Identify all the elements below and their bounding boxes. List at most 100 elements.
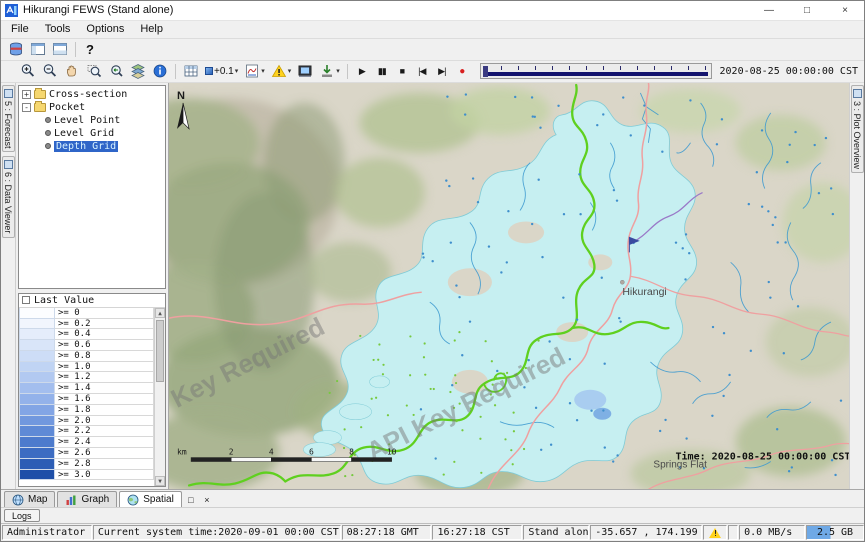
scale-tick: 4 — [269, 447, 274, 456]
export-dropdown[interactable]: ▾ — [316, 61, 343, 81]
legend-row: >= 1.6 — [19, 394, 154, 405]
last-value-checkbox[interactable] — [22, 296, 30, 304]
app-icon — [5, 4, 18, 17]
step-back-button[interactable]: |◀ — [412, 61, 432, 81]
tab-map[interactable]: Map — [4, 491, 55, 507]
step-forward-button[interactable]: ▶| — [432, 61, 452, 81]
status-network-rate: 0.0 MB/s — [739, 525, 805, 540]
explorer-panel-button[interactable] — [27, 39, 49, 59]
timeline-slider[interactable] — [480, 63, 712, 79]
status-warning-cell[interactable] — [703, 525, 727, 540]
legend-header: Last Value — [19, 294, 165, 308]
tab-plot-overview[interactable]: 3 : Plot Overview — [851, 85, 864, 173]
tree-item-label: Pocket — [49, 102, 85, 113]
zoom-previous-button[interactable] — [105, 61, 127, 81]
tab-graph[interactable]: Graph — [57, 491, 117, 507]
tree-item-pocket[interactable]: - Pocket — [19, 101, 165, 114]
zoom-in-icon — [20, 63, 36, 79]
app-window: Hikurangi FEWS (Stand alone) — □ × File … — [0, 0, 865, 542]
maximize-button[interactable]: □ — [788, 1, 826, 20]
menu-help[interactable]: Help — [132, 22, 171, 36]
database-button[interactable] — [5, 39, 27, 59]
main-area: 5 : Forecast 6 : Data Viewer + Cross-sec… — [1, 83, 864, 489]
help-icon: ? — [86, 42, 94, 57]
chevron-down-icon: ▾ — [288, 68, 292, 75]
town-label-hikurangi: Hikurangi — [622, 287, 666, 298]
tab-label: Map — [28, 494, 47, 505]
pan-button[interactable] — [61, 61, 83, 81]
legend-rows: >= 0>= 0.2>= 0.4>= 0.6>= 0.8>= 1.0>= 1.2… — [19, 308, 154, 486]
movie-button[interactable] — [294, 61, 316, 81]
info-button[interactable] — [149, 61, 171, 81]
tree-item-level-grid[interactable]: Level Grid — [19, 127, 165, 140]
zoom-in-button[interactable] — [17, 61, 39, 81]
bottom-tab-bar: Map Graph Spatial □ × — [1, 489, 864, 507]
title-bar[interactable]: Hikurangi FEWS (Stand alone) — □ × — [1, 1, 864, 21]
left-tab-strip: 5 : Forecast 6 : Data Viewer — [1, 83, 16, 489]
layer-tree[interactable]: + Cross-section - Pocket Level Point Lev… — [18, 85, 166, 289]
minimize-button[interactable]: — — [750, 1, 788, 20]
warning-icon — [709, 528, 721, 538]
interval-dropdown[interactable]: +0.1▾ — [202, 61, 241, 81]
pause-button[interactable]: ▮▮ — [372, 61, 392, 81]
close-button[interactable]: × — [826, 1, 864, 20]
menu-file[interactable]: File — [3, 22, 37, 36]
legend-swatch — [19, 308, 55, 319]
panel-left-icon — [30, 41, 46, 57]
layers-button[interactable] — [127, 61, 149, 81]
data-viewer-panel: + Cross-section - Pocket Level Point Lev… — [16, 83, 169, 489]
help-button[interactable]: ? — [80, 39, 100, 59]
play-button[interactable]: ▶ — [352, 61, 372, 81]
tab-label: 6 : Data Viewer — [3, 172, 13, 233]
warnings-dropdown[interactable]: ▾ — [268, 61, 295, 81]
status-memory[interactable]: 2.5 GB — [806, 525, 864, 540]
legend-row: >= 1.8 — [19, 405, 154, 416]
legend-swatch — [19, 329, 55, 340]
timeline-bar — [484, 72, 708, 76]
map-viewport[interactable]: API Key Required API Key Required Hikura… — [169, 83, 849, 489]
zoom-rect-button[interactable] — [83, 61, 105, 81]
legend-label: >= 2.8 — [55, 459, 154, 470]
logs-button[interactable]: Logs — [4, 509, 40, 522]
status-mode: Stand alone — [523, 525, 589, 540]
status-bar: Administrator Current system time:2020-0… — [1, 523, 864, 541]
tree-item-depth-grid[interactable]: Depth Grid — [19, 140, 165, 153]
tree-item-cross-section[interactable]: + Cross-section — [19, 88, 165, 101]
record-button[interactable]: ● — [452, 61, 472, 81]
tab-spatial[interactable]: Spatial — [119, 491, 182, 507]
scroll-down-arrow[interactable]: ▼ — [155, 476, 165, 486]
zoom-out-button[interactable] — [39, 61, 61, 81]
tree-item-level-point[interactable]: Level Point — [19, 114, 165, 127]
profile-dropdown[interactable]: ▾ — [241, 61, 268, 81]
tab-data-viewer[interactable]: 6 : Data Viewer — [2, 156, 15, 237]
forecast-tab-icon — [4, 89, 13, 98]
status-spacer — [728, 525, 738, 540]
legend-row: >= 2.8 — [19, 459, 154, 470]
legend-scrollbar[interactable]: ▲ ▼ — [154, 308, 165, 486]
status-local-time: 16:27:18 CST — [432, 525, 522, 540]
status-system-time: Current system time:2020-09-01 00:00 CST — [93, 525, 341, 540]
legend-row: >= 0.2 — [19, 319, 154, 330]
step-back-icon: |◀ — [418, 66, 425, 77]
scale-tick: 2 — [229, 447, 234, 456]
zoom-previous-icon — [108, 63, 124, 79]
map-canvas: API Key Required API Key Required Hikura… — [169, 83, 849, 489]
panel-close-button[interactable]: × — [200, 492, 214, 507]
scroll-up-arrow[interactable]: ▲ — [155, 308, 165, 318]
profile-icon — [244, 63, 260, 79]
collapse-icon[interactable]: - — [22, 103, 31, 112]
map-time-label: Time: 2020-08-25 00:00:00 CST — [675, 450, 849, 462]
tab-forecast[interactable]: 5 : Forecast — [2, 85, 15, 153]
stop-button[interactable]: ■ — [392, 61, 412, 81]
expand-icon[interactable]: + — [22, 90, 31, 99]
grid-display-button[interactable] — [180, 61, 202, 81]
secondary-panel-button[interactable] — [49, 39, 71, 59]
menu-options[interactable]: Options — [78, 22, 132, 36]
timeline-thumb[interactable] — [483, 66, 488, 77]
layer-node-icon — [45, 117, 51, 123]
menu-tools[interactable]: Tools — [37, 22, 79, 36]
legend-row: >= 1.4 — [19, 383, 154, 394]
legend-row: >= 2.2 — [19, 426, 154, 437]
scroll-thumb[interactable] — [156, 320, 164, 382]
panel-maximize-button[interactable]: □ — [184, 492, 198, 507]
